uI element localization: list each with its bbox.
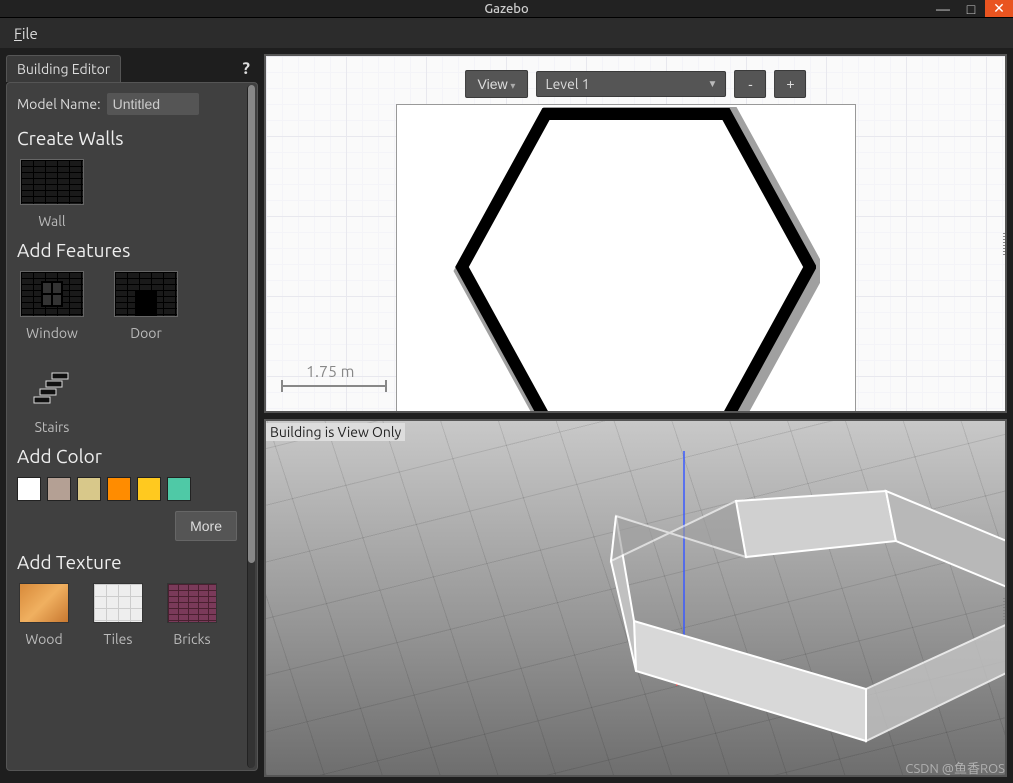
hexagon-3d-model bbox=[516, 461, 1007, 778]
zoom-out-button[interactable]: - bbox=[734, 70, 766, 98]
wood-icon bbox=[19, 583, 69, 623]
palette-item-door[interactable]: Door bbox=[111, 271, 181, 341]
viewonly-status: Building is View Only bbox=[266, 423, 405, 441]
palette-item-window[interactable]: Window bbox=[17, 271, 87, 341]
model-name-label: Model Name: bbox=[17, 96, 101, 112]
palette-textures: Wood Tiles Bricks bbox=[17, 583, 237, 647]
window-label: Window bbox=[26, 325, 78, 341]
section-create-walls: Create Walls bbox=[17, 127, 237, 149]
swatch-3[interactable] bbox=[107, 477, 131, 501]
section-add-texture: Add Texture bbox=[17, 551, 237, 573]
section-add-features: Add Features bbox=[17, 239, 237, 261]
model-name-row: Model Name: bbox=[17, 93, 237, 115]
stairs-label: Stairs bbox=[35, 419, 70, 435]
tiles-label: Tiles bbox=[104, 631, 133, 647]
floorplan-toolbar: View Level 1 ▼ - + bbox=[465, 70, 807, 98]
pane-resize-handle[interactable] bbox=[1003, 233, 1007, 257]
zoom-in-button[interactable]: + bbox=[774, 70, 806, 98]
main-area: Building Editor ? Model Name: Create Wal… bbox=[0, 48, 1013, 783]
watermark: CSDN @鱼香ROS bbox=[905, 758, 1005, 777]
tab-building-editor[interactable]: Building Editor bbox=[6, 55, 121, 82]
swatch-0[interactable] bbox=[17, 477, 41, 501]
sidebar-tabs: Building Editor ? bbox=[0, 54, 264, 82]
content-panes: View Level 1 ▼ - + 1.75 m Building is Vi… bbox=[264, 54, 1007, 777]
level-select-value: Level 1 bbox=[545, 76, 589, 92]
menubar: File bbox=[0, 18, 1013, 48]
swatch-4[interactable] bbox=[137, 477, 161, 501]
door-icon bbox=[114, 271, 178, 317]
model-name-input[interactable] bbox=[107, 93, 199, 115]
sidebar-wrap: Building Editor ? Model Name: Create Wal… bbox=[0, 54, 264, 777]
pane-resize-handle-3d[interactable] bbox=[1003, 598, 1007, 622]
tiles-icon bbox=[93, 583, 143, 623]
bricks-label: Bricks bbox=[173, 631, 210, 647]
maximize-icon[interactable]: □ bbox=[957, 0, 985, 17]
swatch-5[interactable] bbox=[167, 477, 191, 501]
sidebar-panel: Model Name: Create Walls Wall Add Featur… bbox=[6, 82, 258, 771]
sidebar-scrollbar-thumb[interactable] bbox=[248, 85, 255, 563]
floorplan-canvas[interactable]: View Level 1 ▼ - + 1.75 m bbox=[264, 54, 1007, 413]
window-title: Gazebo bbox=[484, 2, 528, 16]
sidebar-content: Model Name: Create Walls Wall Add Featur… bbox=[7, 83, 247, 770]
close-icon[interactable]: ✕ bbox=[985, 0, 1013, 17]
texture-bricks[interactable]: Bricks bbox=[165, 583, 219, 647]
window-icon bbox=[20, 271, 84, 317]
section-add-color: Add Color bbox=[17, 445, 237, 467]
more-colors-button[interactable]: More bbox=[175, 511, 237, 541]
door-label: Door bbox=[130, 325, 162, 341]
minimize-icon[interactable]: — bbox=[929, 0, 957, 17]
wood-label: Wood bbox=[25, 631, 62, 647]
palette-item-wall[interactable]: Wall bbox=[17, 159, 87, 229]
scale-bar bbox=[280, 379, 388, 393]
palette-item-stairs[interactable]: Stairs bbox=[17, 365, 87, 435]
wall-label: Wall bbox=[38, 213, 65, 229]
sidebar-scrollbar[interactable] bbox=[247, 85, 255, 768]
level-select[interactable]: Level 1 ▼ bbox=[536, 71, 726, 97]
hexagon-wall[interactable] bbox=[436, 102, 816, 413]
bricks-icon bbox=[167, 583, 217, 623]
window-titlebar: Gazebo — □ ✕ bbox=[0, 0, 1013, 18]
color-swatches bbox=[17, 477, 237, 501]
swatch-1[interactable] bbox=[47, 477, 71, 501]
texture-tiles[interactable]: Tiles bbox=[91, 583, 145, 647]
texture-wood[interactable]: Wood bbox=[17, 583, 71, 647]
wall-icon bbox=[20, 159, 84, 205]
menu-file[interactable]: File bbox=[6, 21, 46, 46]
swatch-2[interactable] bbox=[77, 477, 101, 501]
palette-features: Window Door bbox=[17, 271, 237, 435]
chevron-down-icon: ▼ bbox=[708, 78, 718, 90]
stairs-icon bbox=[20, 365, 84, 411]
view-button[interactable]: View bbox=[465, 70, 529, 98]
help-icon[interactable]: ? bbox=[235, 59, 258, 78]
preview-3d-canvas[interactable]: Building is View Only bbox=[264, 419, 1007, 778]
window-controls: — □ ✕ bbox=[929, 0, 1013, 17]
palette-walls: Wall bbox=[17, 159, 237, 229]
